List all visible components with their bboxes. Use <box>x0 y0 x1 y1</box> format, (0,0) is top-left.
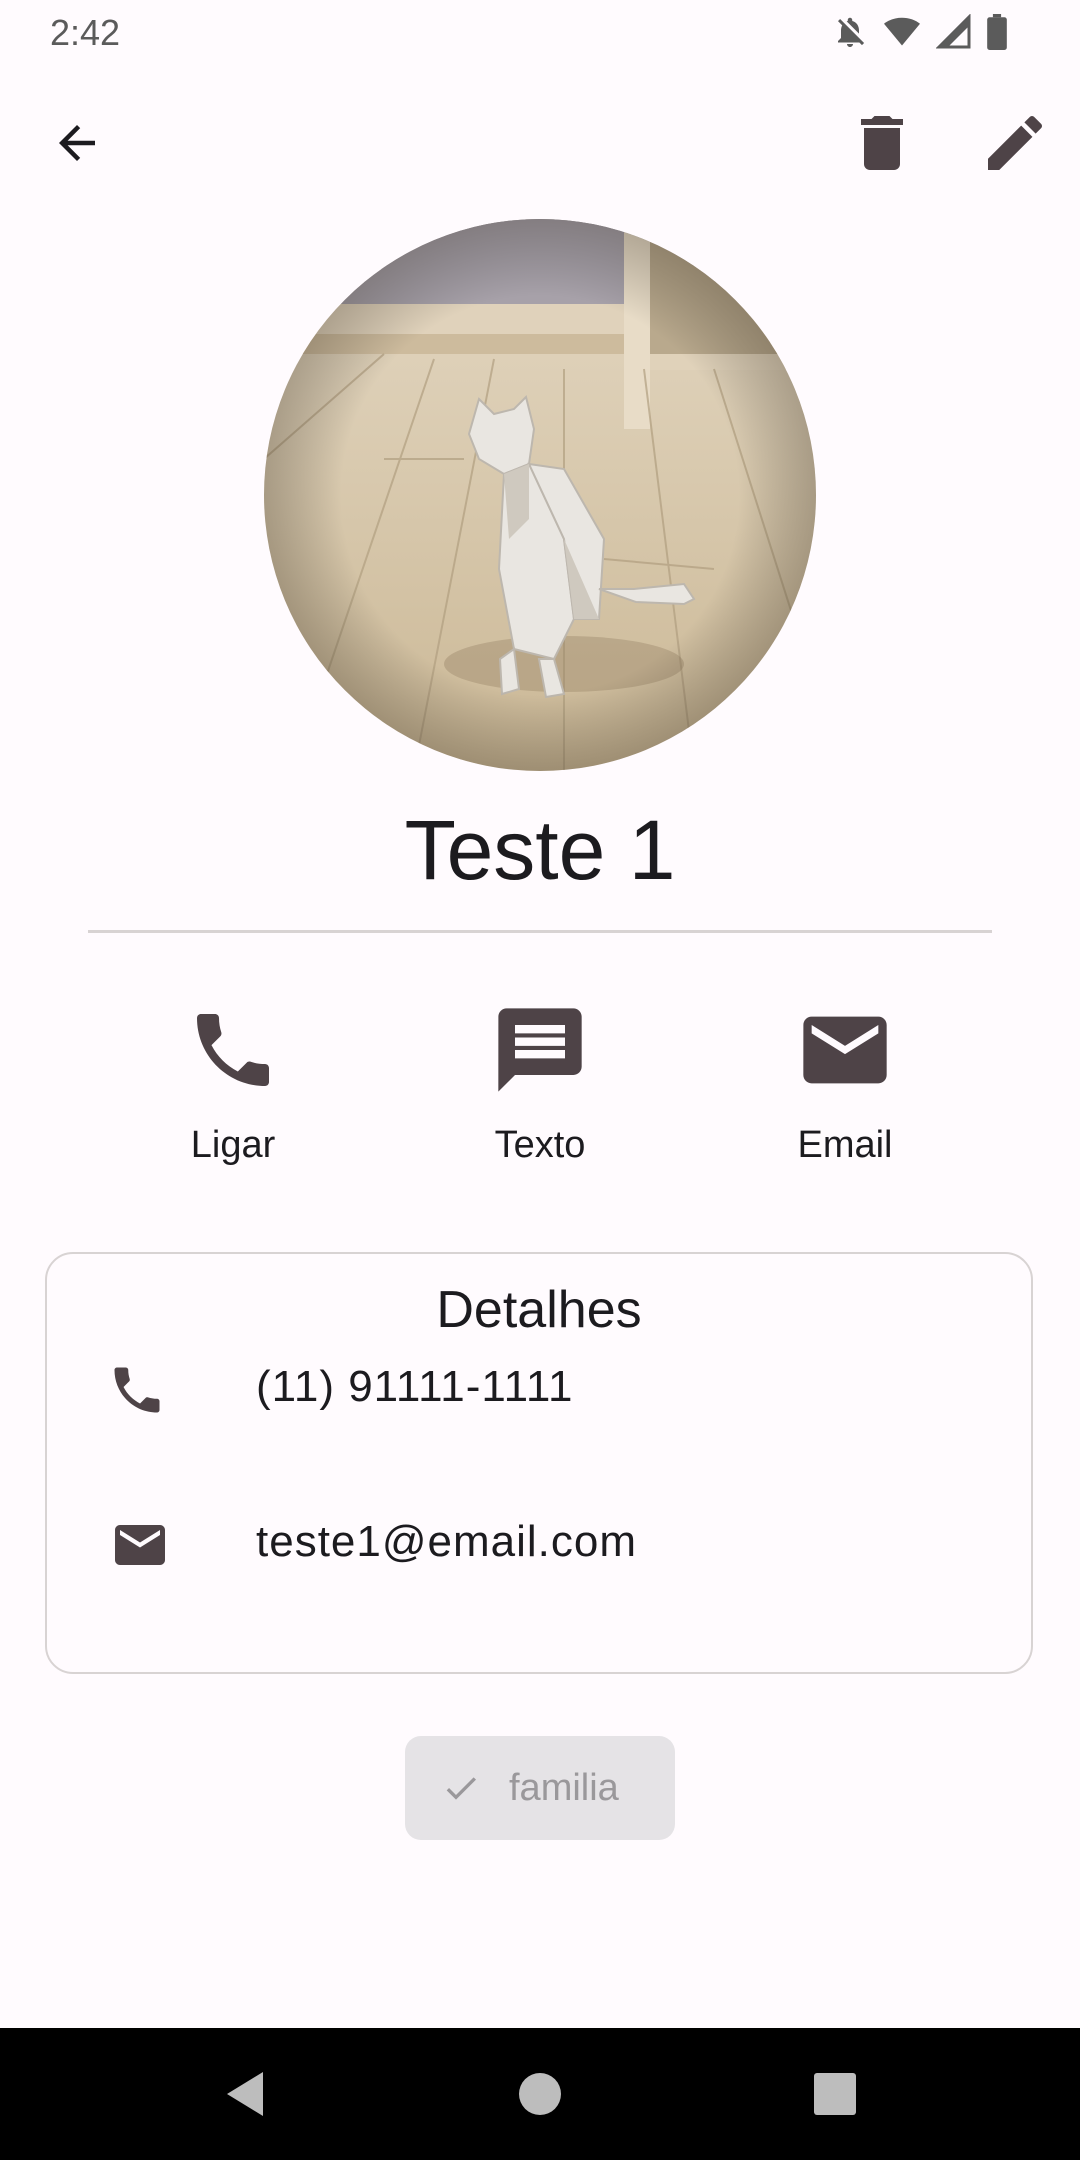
text-action-label: Texto <box>494 1124 586 1166</box>
back-arrow-icon <box>59 125 95 161</box>
group-chip[interactable]: familia <box>405 1736 675 1840</box>
details-title: Detalhes <box>436 1281 642 1339</box>
email-icon <box>115 1525 165 1565</box>
divider <box>88 930 992 933</box>
app-bar <box>0 100 1080 186</box>
nav-home-icon <box>519 2073 561 2115</box>
phone-icon <box>197 1014 269 1086</box>
quick-actions: Ligar Texto Email <box>0 1000 1080 1180</box>
nav-home-button[interactable] <box>510 2064 570 2124</box>
delete-icon <box>861 116 903 170</box>
wifi-icon <box>882 14 922 50</box>
battery-icon <box>986 14 1008 50</box>
notifications-off-icon <box>832 14 868 50</box>
details-card: Detalhes <box>45 1252 1033 1674</box>
email-action-button[interactable]: Email <box>735 1000 955 1167</box>
detail-row-email[interactable]: teste1@email.com <box>0 1495 1080 1585</box>
nav-back-button[interactable] <box>215 2064 275 2124</box>
call-action-label: Ligar <box>190 1124 276 1166</box>
back-button[interactable] <box>37 103 117 183</box>
origami-cat-photo <box>264 219 816 771</box>
signal-icon <box>936 14 972 50</box>
system-nav-bar <box>0 2028 1080 2160</box>
delete-button[interactable] <box>842 103 922 183</box>
detail-phone-value: (11) 91111-1111 <box>256 1362 574 1411</box>
contact-name: Teste 1 <box>404 803 676 897</box>
status-bar: 2:42 <box>0 0 1080 66</box>
status-icons <box>832 14 1008 50</box>
check-icon <box>446 1777 476 1800</box>
message-icon <box>498 1008 582 1092</box>
nav-recents-button[interactable] <box>805 2064 865 2124</box>
text-action-button[interactable]: Texto <box>430 1000 650 1167</box>
nav-back-icon <box>227 2072 263 2116</box>
edit-icon <box>988 115 1043 170</box>
email-icon <box>803 1016 887 1084</box>
detail-row-phone[interactable]: (11) 91111-1111 <box>0 1340 1080 1430</box>
chip-label: familia <box>509 1766 619 1809</box>
status-time: 2:42 <box>50 12 121 53</box>
nav-recents-icon <box>814 2073 856 2115</box>
edit-button[interactable] <box>975 103 1055 183</box>
phone-icon <box>114 1367 160 1413</box>
detail-email-value: teste1@email.com <box>256 1517 638 1566</box>
call-action-button[interactable]: Ligar <box>123 1000 343 1167</box>
contact-photo[interactable] <box>264 219 816 771</box>
email-action-label: Email <box>797 1124 893 1166</box>
